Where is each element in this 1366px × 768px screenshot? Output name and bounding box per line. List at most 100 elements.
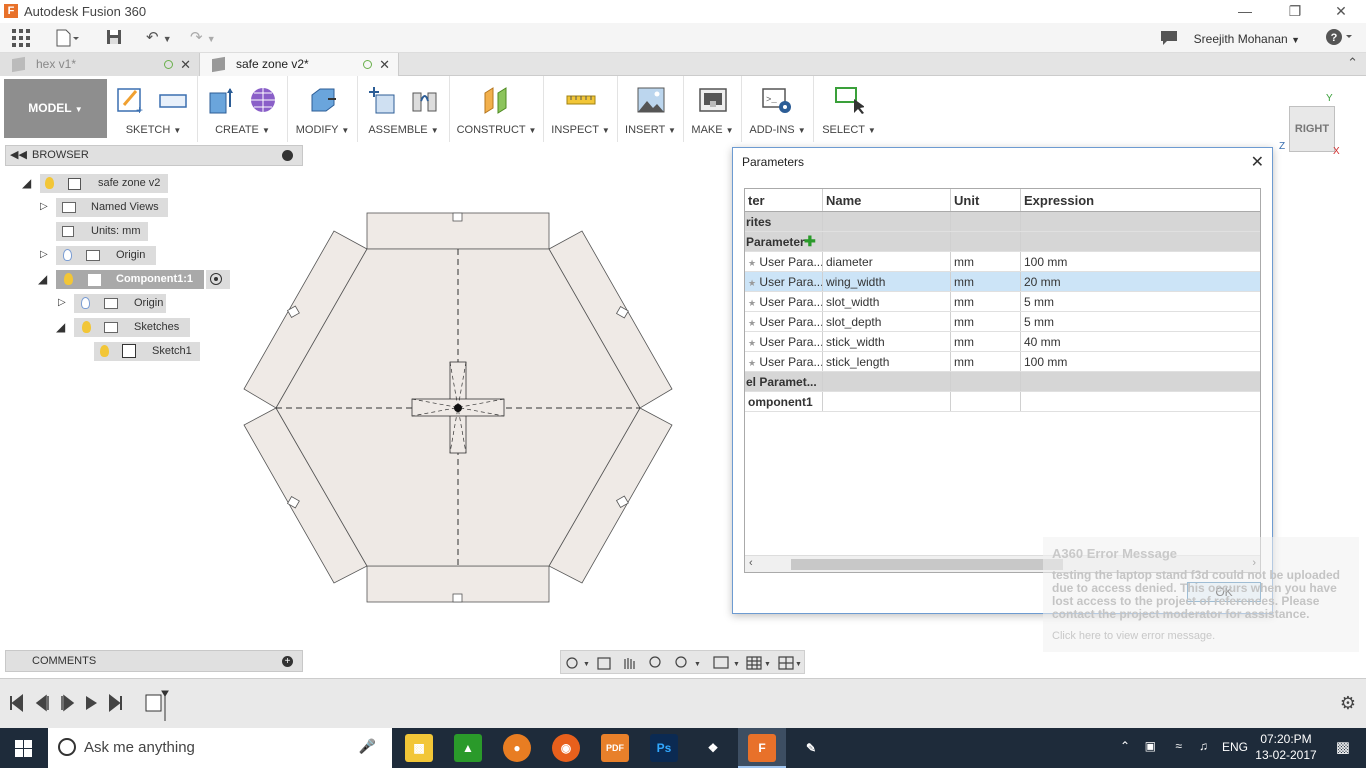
measure-icon[interactable] [566,85,596,115]
tab-hex-v1[interactable]: hex v1* ✕ [0,53,200,76]
tab-safe-zone-v2[interactable]: safe zone v2* ✕ [200,53,399,76]
group-row-model-parameters[interactable]: el Paramet... [745,372,1260,392]
table-row[interactable]: ★ User Para... diameter mm 100 mm [745,252,1260,272]
sketch-canvas[interactable] [220,195,700,615]
microphone-icon[interactable]: 🎤 [359,738,376,755]
favorite-star-icon[interactable]: ★ [748,338,756,348]
row-expression[interactable]: 20 mm [1021,272,1260,291]
insert-menu[interactable]: INSERT ▼ [618,124,683,136]
insert-image-icon[interactable] [636,85,666,115]
display-settings-icon[interactable] [713,656,729,669]
offset-plane-icon[interactable] [482,85,512,115]
visibility-bulb-icon[interactable] [100,345,109,357]
favorite-star-icon[interactable]: ★ [748,358,756,368]
select-icon[interactable] [834,85,864,115]
fusion-taskbar-button[interactable]: F [738,728,786,768]
extrude-icon[interactable] [206,85,236,115]
table-row[interactable]: ★ User Para... slot_depth mm 5 mm [745,312,1260,332]
column-header[interactable]: Unit [951,189,1021,211]
add-ins-group[interactable]: >_ ADD-INS ▼ [742,76,814,142]
go-to-start-icon[interactable] [10,693,23,713]
step-back-icon[interactable] [35,694,49,712]
add-parameter-icon[interactable]: ✚ [804,232,816,251]
file-explorer-icon[interactable]: ▩ [405,734,433,762]
browser-options-icon[interactable] [282,150,293,161]
power-icon[interactable]: ▣ [1145,739,1156,753]
windows-start-icon[interactable] [15,740,32,757]
comments-panel[interactable]: COMMENTS + [5,650,303,672]
construct-group[interactable]: CONSTRUCT ▼ [450,76,544,142]
firefox-icon[interactable]: ◉ [552,734,580,762]
create-sketch-icon[interactable]: + [116,85,146,115]
favorite-star-icon[interactable]: ★ [748,278,756,288]
expand-arrow-icon[interactable]: ▷ [40,201,48,212]
user-menu[interactable]: Sreejith Mohanan ▼ [1194,32,1300,46]
sketch-group[interactable]: + SKETCH ▼ [110,76,198,142]
sketch-origin-point[interactable] [454,404,462,412]
scripts-icon[interactable]: >_ [762,85,792,115]
tree-origin[interactable]: Origin [56,246,156,265]
clock-date[interactable]: 13-02-2017 [1252,748,1320,762]
inspect-group[interactable]: INSPECT ▼ [544,76,618,142]
redo-icon[interactable]: ↷ ▼ [190,29,216,47]
volume-icon[interactable]: ♫ [1199,739,1208,753]
close-window-button[interactable]: ✕ [1326,1,1356,21]
modify-group[interactable]: MODIFY ▼ [288,76,358,142]
restore-button[interactable]: ❐ [1280,1,1310,21]
tree-sketches[interactable]: Sketches [74,318,190,337]
assemble-menu[interactable]: ASSEMBLE ▼ [358,124,449,136]
collapse-chevron-icon[interactable]: ⌃ [1347,55,1358,71]
favorite-star-icon[interactable]: ★ [748,318,756,328]
tree-root-node[interactable]: safe zone v2 [40,174,168,193]
row-expression[interactable]: 5 mm [1021,292,1260,311]
inspect-menu[interactable]: INSPECT ▼ [544,124,617,136]
wifi-icon[interactable]: ≈ [1175,739,1182,753]
group-row-user-parameters[interactable]: Parameter ✚ [745,232,1260,252]
fit-icon[interactable] [675,656,687,668]
chat-icon[interactable] [1160,30,1178,48]
visibility-bulb-icon[interactable] [63,249,72,261]
timeline-sketch-feature[interactable] [145,694,162,712]
favorite-star-icon[interactable]: ★ [748,298,756,308]
create-menu[interactable]: CREATE ▼ [198,124,287,136]
group-row-component[interactable]: omponent1 [745,392,1260,412]
error-notification[interactable]: A360 Error Message testing the laptop st… [1043,537,1359,652]
insert-group[interactable]: INSERT ▼ [618,76,684,142]
save-icon[interactable] [106,29,122,47]
stop-sketch-icon[interactable] [158,85,188,115]
file-menu-icon[interactable] [56,29,80,47]
table-row[interactable]: ★ User Para... slot_width mm 5 mm [745,292,1260,312]
visibility-bulb-icon[interactable] [82,321,91,333]
make-menu[interactable]: MAKE ▼ [684,124,741,136]
app-icon[interactable]: ❖ [699,734,727,762]
row-expression[interactable]: 100 mm [1021,252,1260,271]
expand-arrow-icon[interactable]: ▷ [58,297,66,308]
orbit-icon[interactable] [566,657,578,669]
timeline-settings-gear-icon[interactable]: ⚙ [1340,693,1356,714]
scrollbar-thumb[interactable] [791,559,1063,570]
tree-component-origin[interactable]: Origin [74,294,166,313]
sketch-menu[interactable]: SKETCH ▼ [110,124,197,136]
browser-panel-header[interactable]: ◀◀ BROWSER [5,145,303,166]
notifications-icon[interactable]: ▩ [1336,738,1350,756]
pdf-app-icon[interactable]: PDF [601,734,629,762]
collapse-browser-icon[interactable]: ◀◀ [10,148,27,161]
go-to-end-icon[interactable] [109,693,122,713]
make-group[interactable]: MAKE ▼ [684,76,742,142]
step-forward-icon[interactable] [61,694,75,712]
collapse-arrow-icon[interactable]: ◢ [38,272,47,286]
language-indicator[interactable]: ENG [1222,740,1248,754]
modify-menu[interactable]: MODIFY ▼ [288,124,357,136]
scroll-left-icon[interactable]: ‹ [749,557,753,569]
green-app-icon[interactable]: ▲ [454,734,482,762]
tree-units[interactable]: Units: mm [56,222,148,241]
row-expression[interactable]: 40 mm [1021,332,1260,351]
undo-icon[interactable]: ↶ ▼ [146,29,172,47]
press-pull-icon[interactable] [308,85,338,115]
play-icon[interactable] [86,696,97,710]
collapse-arrow-icon[interactable]: ◢ [22,176,31,190]
tree-sketch1[interactable]: Sketch1 [94,342,200,361]
tree-component[interactable]: Component1:1 [56,270,204,289]
taskbar-search-box[interactable]: Ask me anything 🎤 [48,728,392,768]
error-link[interactable]: Click here to view error message. [1052,630,1215,642]
